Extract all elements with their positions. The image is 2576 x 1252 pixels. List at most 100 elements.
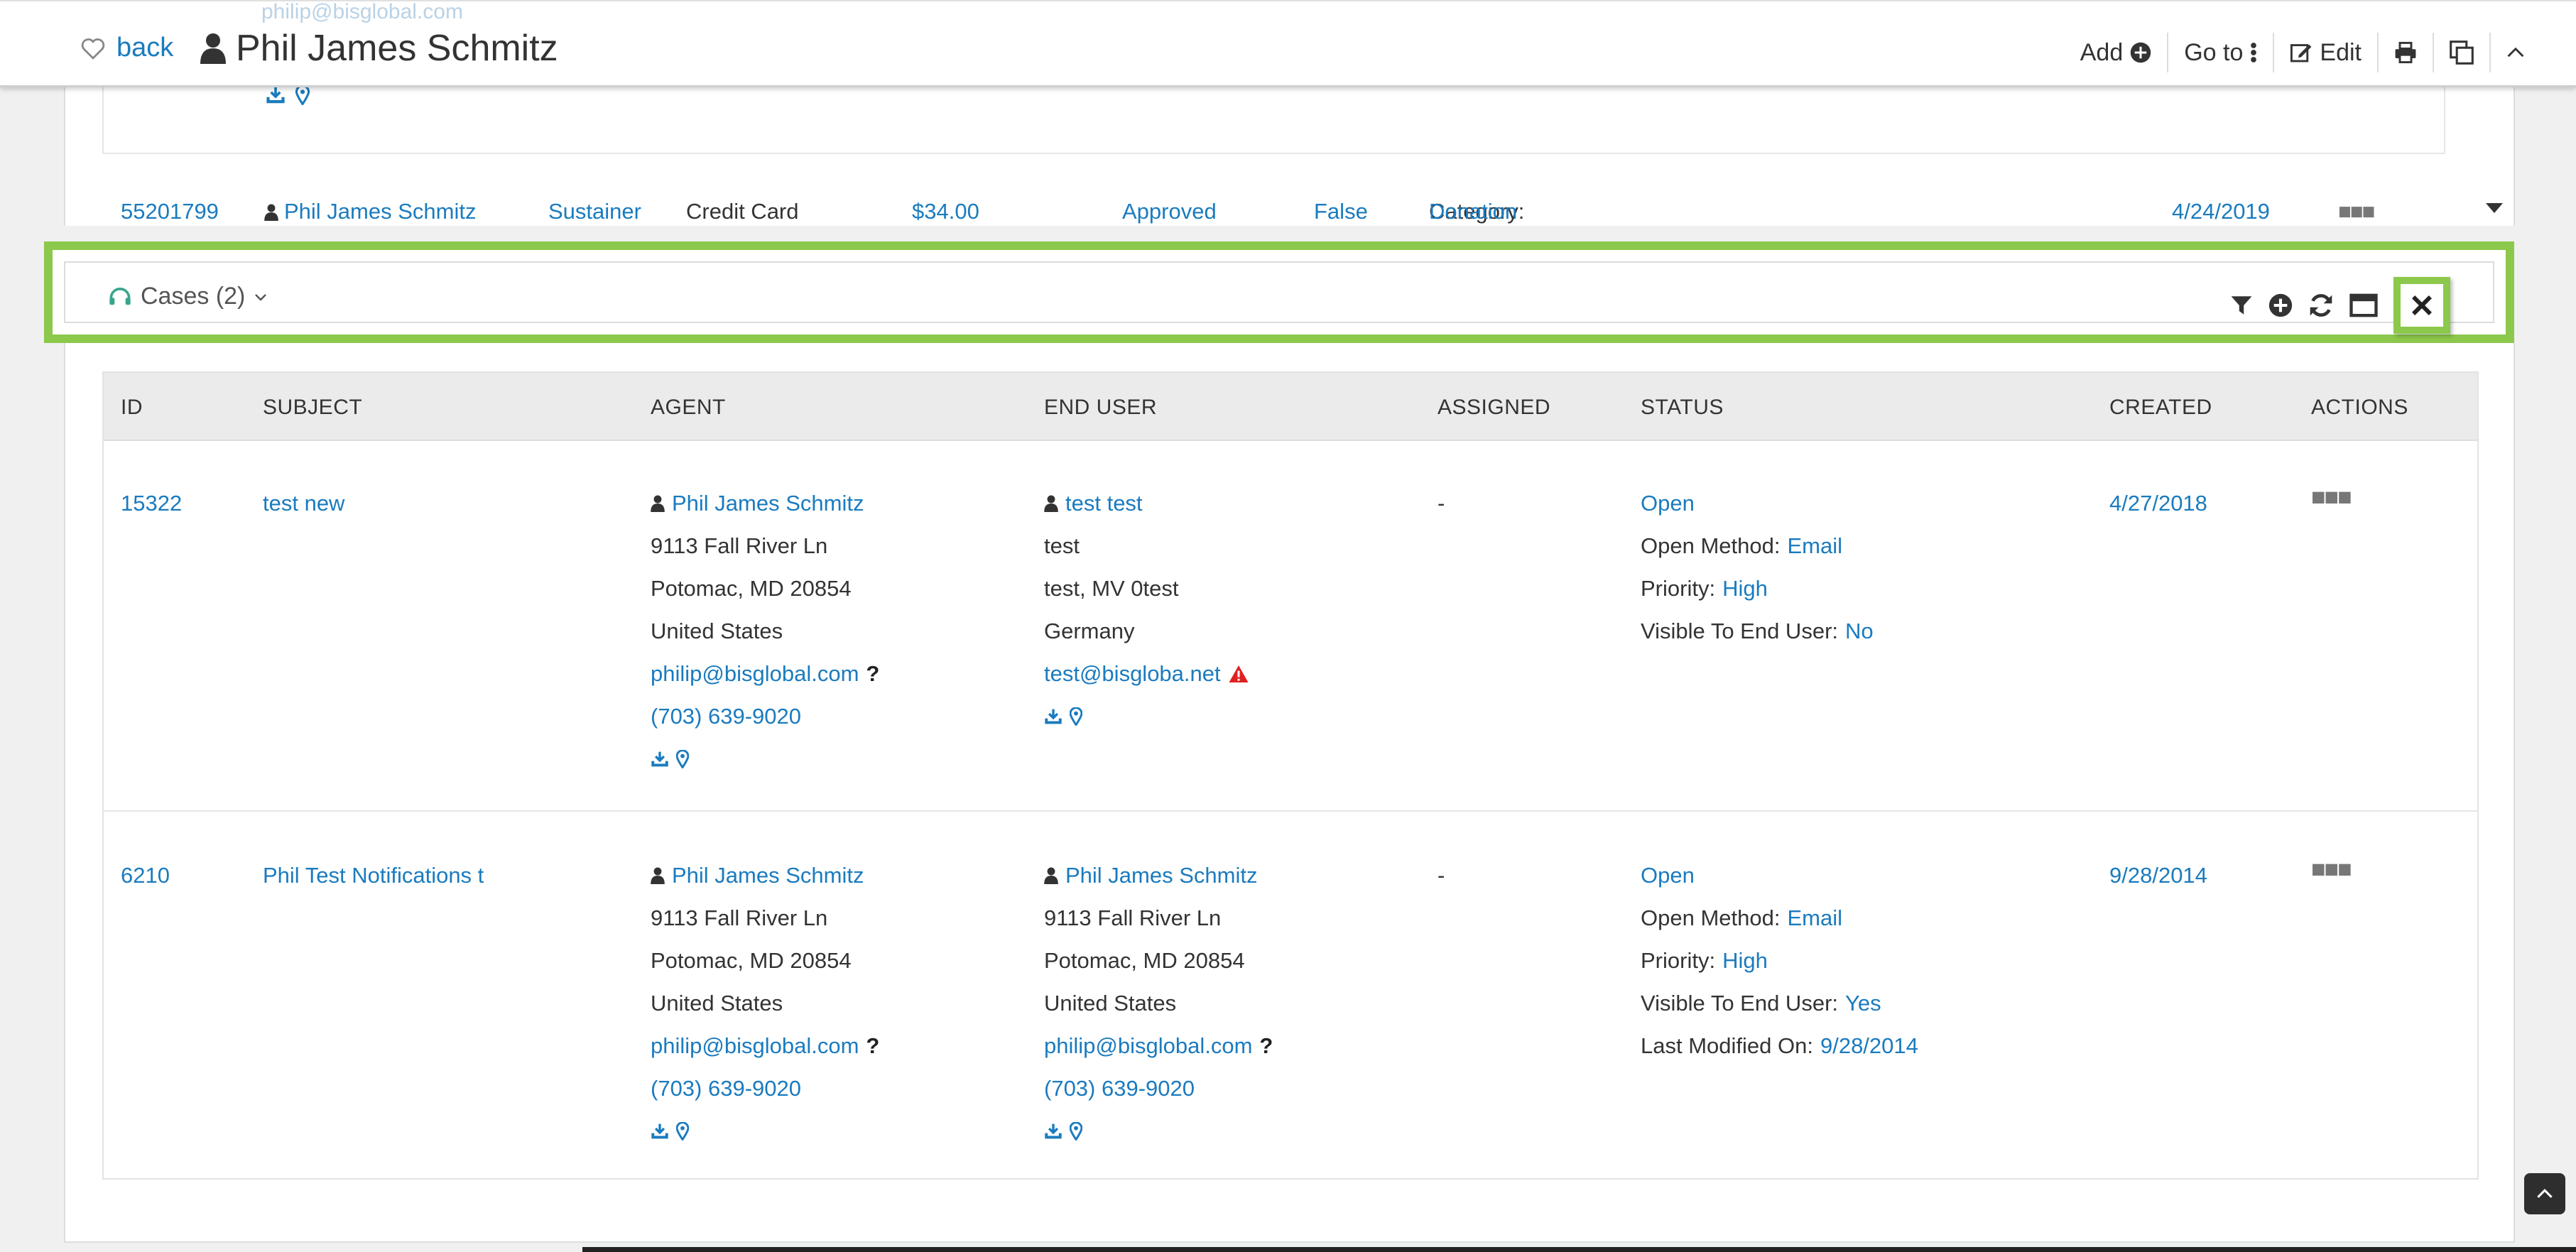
print-button[interactable] (2377, 33, 2433, 72)
add-label[interactable]: Add (2080, 39, 2124, 67)
question-icon[interactable]: ? (866, 1032, 879, 1060)
agent-name-line[interactable]: Phil James Schmitz (651, 482, 879, 525)
map-marker-icon[interactable] (676, 750, 689, 768)
download-icon[interactable] (1044, 1123, 1063, 1140)
created-date[interactable]: 4/27/2018 (2109, 482, 2207, 525)
agent-email[interactable]: philip@bisglobal.com (651, 660, 859, 688)
agent-name[interactable]: Phil James Schmitz (672, 861, 864, 890)
refresh-icon[interactable] (2308, 293, 2334, 318)
row-actions-button[interactable]: ■■■ (2311, 856, 2352, 883)
duplicate-button[interactable] (2433, 33, 2489, 72)
end-user-phone[interactable]: (703) 639-9020 (1044, 1067, 1273, 1110)
collapse-button[interactable] (2489, 33, 2540, 72)
open-method-value[interactable]: Email (1787, 904, 1842, 932)
cases-title[interactable]: Cases (2) (141, 283, 245, 310)
agent-name-line[interactable]: Phil James Schmitz (651, 854, 879, 897)
goto-label[interactable]: Go to (2184, 39, 2243, 67)
visible-line: Visible To End User: Yes (1641, 982, 1918, 1025)
transaction-actions-button[interactable]: ■■■ (2338, 199, 2375, 224)
maximize-icon[interactable] (2349, 293, 2378, 317)
filter-icon[interactable] (2230, 294, 2253, 317)
priority-value[interactable]: High (1722, 947, 1768, 975)
headset-icon (108, 287, 132, 307)
transaction-id[interactable]: 55201799 (121, 199, 219, 224)
end-user-email[interactable]: test@bisgloba.net (1044, 660, 1221, 688)
map-marker-icon[interactable] (1070, 1122, 1082, 1141)
close-panel-button[interactable] (2393, 277, 2450, 334)
case-created[interactable]: 4/27/2018 (2109, 482, 2207, 525)
agent-phone[interactable]: (703) 639-9020 (651, 695, 879, 738)
add-button[interactable]: Add (2065, 33, 2168, 72)
end-user-email[interactable]: philip@bisglobal.com (1044, 1032, 1252, 1060)
case-id[interactable]: 6210 (121, 854, 170, 897)
status-state[interactable]: Open (1641, 482, 1874, 525)
end-user-name[interactable]: Phil James Schmitz (1065, 861, 1257, 890)
question-icon[interactable]: ? (1259, 1032, 1273, 1060)
scroll-to-top-button[interactable] (2524, 1173, 2565, 1214)
transaction-status[interactable]: Approved (1122, 199, 1217, 224)
download-icon[interactable] (651, 1123, 669, 1140)
map-marker-icon[interactable] (676, 1122, 689, 1141)
download-icon[interactable] (1044, 708, 1063, 725)
transaction-name[interactable]: Phil James Schmitz (284, 199, 476, 224)
case-id-text[interactable]: 6210 (121, 854, 170, 897)
end-user-street: 9113 Fall River Ln (1044, 905, 1222, 930)
case-id[interactable]: 15322 (121, 482, 182, 525)
download-icon[interactable] (266, 85, 286, 105)
col-subject[interactable]: SUBJECT (263, 396, 362, 420)
transaction-type[interactable]: Sustainer (548, 199, 641, 224)
case-id-text[interactable]: 15322 (121, 482, 182, 525)
case-end-user: Phil James Schmitz 9113 Fall River Ln Po… (1044, 854, 1273, 1153)
open-method-value[interactable]: Email (1787, 532, 1842, 560)
visible-value[interactable]: No (1845, 617, 1874, 646)
col-created[interactable]: CREATED (2109, 396, 2212, 420)
goto-button[interactable]: Go to (2167, 33, 2273, 72)
end-user-name-line[interactable]: Phil James Schmitz (1044, 854, 1273, 897)
map-marker-icon[interactable] (295, 85, 310, 105)
agent-name[interactable]: Phil James Schmitz (672, 489, 864, 518)
row-actions-button[interactable]: ■■■ (2311, 484, 2352, 511)
person-icon (651, 495, 665, 512)
created-date[interactable]: 9/28/2014 (2109, 854, 2207, 897)
case-created[interactable]: 9/28/2014 (2109, 854, 2207, 897)
transaction-date[interactable]: 4/24/2019 (2172, 199, 2270, 224)
add-case-icon[interactable] (2268, 293, 2293, 317)
transaction-flag[interactable]: False (1314, 199, 1368, 224)
status-state[interactable]: Open (1641, 854, 1918, 897)
modified-value[interactable]: 9/28/2014 (1820, 1032, 1918, 1060)
transaction-contact[interactable]: Phil James Schmitz (264, 199, 476, 224)
end-user-name[interactable]: test test (1065, 489, 1143, 518)
col-agent[interactable]: AGENT (651, 396, 726, 420)
col-id[interactable]: ID (121, 396, 143, 420)
transaction-amount[interactable]: $34.00 (912, 199, 979, 224)
back-link[interactable]: back (80, 33, 173, 63)
case-assigned: - (1438, 482, 1445, 525)
warning-icon[interactable] (1228, 664, 1249, 684)
page-title: Phil James Schmitz (200, 27, 558, 70)
end-user-name-line[interactable]: test test (1044, 482, 1249, 525)
case-subject-text[interactable]: test new (263, 482, 344, 525)
open-method-line: Open Method: Email (1641, 525, 1874, 567)
agent-email[interactable]: philip@bisglobal.com (651, 1032, 859, 1060)
chevron-up-icon (2506, 46, 2525, 59)
edit-label[interactable]: Edit (2320, 39, 2362, 67)
agent-phone[interactable]: (703) 639-9020 (651, 1067, 879, 1110)
priority-value[interactable]: High (1722, 575, 1768, 603)
question-icon[interactable]: ? (866, 660, 879, 688)
map-marker-icon[interactable] (1070, 707, 1082, 726)
edit-button[interactable]: Edit (2273, 33, 2377, 72)
case-subject[interactable]: test new (263, 482, 344, 525)
col-end-user[interactable]: END USER (1044, 396, 1157, 420)
cases-dropdown[interactable]: Cases (2) (108, 283, 268, 310)
scroll-down-arrow[interactable] (2486, 203, 2503, 213)
case-agent: Phil James Schmitz 9113 Fall River Ln Po… (651, 482, 879, 780)
person-icon (1044, 867, 1058, 884)
col-assigned[interactable]: ASSIGNED (1438, 396, 1550, 420)
visible-value[interactable]: Yes (1845, 989, 1881, 1018)
col-status[interactable]: STATUS (1641, 396, 1724, 420)
case-subject-text[interactable]: Phil Test Notifications t (263, 854, 484, 897)
back-label[interactable]: back (116, 33, 173, 63)
category-value[interactable]: Donation (1429, 199, 1517, 224)
case-subject[interactable]: Phil Test Notifications t (263, 854, 484, 897)
download-icon[interactable] (651, 751, 669, 768)
